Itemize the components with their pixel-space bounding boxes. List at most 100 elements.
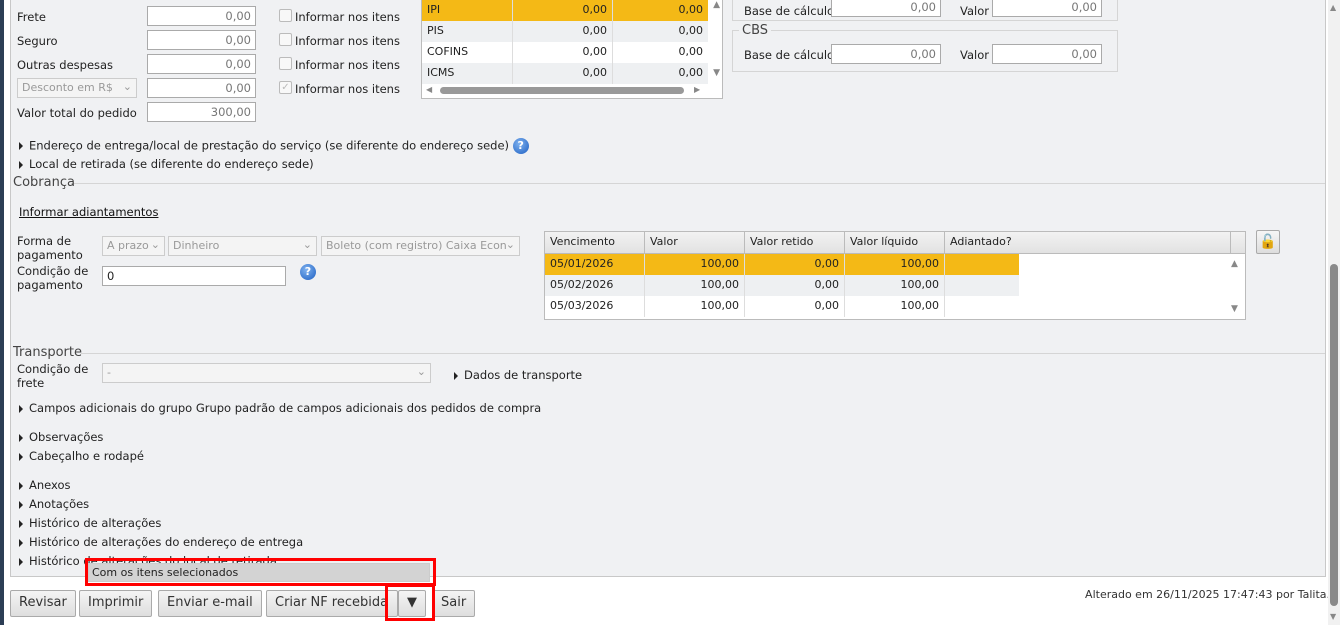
- caret-right-icon: [19, 519, 23, 528]
- expander-dados-transporte[interactable]: Dados de transporte: [454, 368, 582, 382]
- table-row[interactable]: 05/02/2026 100,00 0,00 100,00: [545, 275, 1019, 296]
- expander-endereco-entrega[interactable]: Endereço de entrega/local de prestação d…: [19, 138, 529, 154]
- desconto-informar-checkbox[interactable]: ✓: [279, 81, 292, 94]
- criar-nf-button[interactable]: Criar NF recebida: [266, 590, 398, 617]
- horizontal-scrollbar[interactable]: [440, 87, 684, 94]
- valor-cell: 100,00: [645, 296, 745, 317]
- condicao-frete-select[interactable]: - ⌄: [102, 363, 431, 383]
- expander-label: Local de retirada (se diferente do ender…: [29, 157, 314, 171]
- expander-label: Histórico de alterações do endereço de e…: [29, 535, 304, 549]
- ibs-valor-label: Valor: [960, 4, 989, 18]
- enviar-email-button[interactable]: Enviar e-mail: [158, 590, 262, 617]
- desconto-input[interactable]: 0,00: [147, 78, 256, 98]
- column-header[interactable]: Vencimento: [545, 232, 645, 253]
- outras-despesas-input[interactable]: 0,00: [147, 54, 256, 74]
- imprimir-button[interactable]: Imprimir: [79, 590, 153, 617]
- caret-right-icon: [19, 404, 23, 413]
- cbs-valor-input[interactable]: 0,00: [992, 44, 1102, 64]
- expander-label: Anexos: [29, 478, 71, 492]
- tax-name: IPI: [422, 0, 513, 21]
- tax-grid: IPI 0,00 0,00 PIS 0,00 0,00 COFINS 0,00 0,00 I…: [421, 0, 723, 99]
- valor-liquido-cell: 100,00: [845, 254, 945, 275]
- column-header[interactable]: Adiantado?: [945, 232, 1231, 253]
- meio-select[interactable]: Dinheiro ⌄: [168, 236, 317, 256]
- condicao-help[interactable]: ?: [300, 264, 316, 280]
- frete-informar-label: Informar nos itens: [295, 10, 400, 24]
- seguro-informar-checkbox[interactable]: [279, 33, 292, 46]
- table-row[interactable]: 05/01/2026 100,00 0,00 100,00: [545, 254, 1019, 275]
- left-edge: [0, 0, 8, 625]
- tax-value: 0,00: [513, 0, 613, 21]
- scroll-right-icon[interactable]: ▶: [694, 85, 700, 94]
- expander-local-retirada[interactable]: Local de retirada (se diferente do ender…: [19, 157, 314, 171]
- expander-historico-endereco[interactable]: Histórico de alterações do endereço de e…: [19, 535, 303, 549]
- column-header[interactable]: Valor: [645, 232, 745, 253]
- scroll-up-icon[interactable]: ▲: [713, 0, 720, 10]
- desconto-informar-label: Informar nos itens: [295, 82, 400, 96]
- table-row[interactable]: IPI 0,00 0,00: [422, 0, 708, 21]
- column-header[interactable]: Valor líquido: [845, 232, 945, 253]
- condicao-pagamento-input[interactable]: 0: [102, 266, 286, 286]
- help-icon[interactable]: ?: [512, 138, 529, 154]
- tax-name: ICMS: [422, 63, 513, 84]
- scroll-left-icon[interactable]: ◀: [426, 85, 432, 94]
- expander-campos-adicionais[interactable]: Campos adicionais do grupo Grupo padrão …: [19, 401, 541, 415]
- condicao-pagamento-label: Condição de pagamento: [17, 264, 89, 292]
- revisar-button[interactable]: Revisar: [10, 590, 76, 617]
- scroll-up-icon[interactable]: ▲: [1231, 259, 1238, 269]
- tax-value: 0,00: [678, 3, 704, 16]
- expander-cabecalho-rodape[interactable]: Cabeçalho e rodapé: [19, 449, 144, 463]
- expander-observacoes[interactable]: Observações: [19, 430, 103, 444]
- frete-informar-checkbox[interactable]: [279, 9, 292, 22]
- vencimento-cell: 05/03/2026: [545, 296, 645, 317]
- divider: [71, 183, 1325, 184]
- table-row[interactable]: 05/03/2026 100,00 0,00 100,00: [545, 296, 1019, 317]
- frete-input[interactable]: 0,00: [147, 6, 256, 26]
- outras-informar-label: Informar nos itens: [295, 58, 400, 72]
- prazo-select[interactable]: A prazo ⌄: [102, 236, 165, 256]
- unlock-icon[interactable]: 🔓: [1256, 230, 1280, 254]
- cbs-valor-label: Valor: [960, 48, 989, 62]
- tax-value: 0,00: [678, 66, 704, 79]
- cbs-title: CBS: [739, 23, 772, 38]
- help-icon[interactable]: ?: [300, 264, 316, 280]
- prazo-value: A prazo: [107, 239, 149, 252]
- table-row[interactable]: COFINS 0,00 0,00: [422, 42, 708, 63]
- page-scrollbar[interactable]: ▲ ▼: [1328, 0, 1340, 625]
- caret-right-icon: [19, 481, 23, 490]
- seguro-informar-label: Informar nos itens: [295, 34, 400, 48]
- expander-label: Anotações: [29, 497, 90, 511]
- cobranca-title: Cobrança: [13, 175, 75, 190]
- boleto-select[interactable]: Boleto (com registro) Caixa Econ ⌄: [321, 236, 520, 256]
- ibs-base-label: Base de cálculo: [744, 4, 835, 18]
- tax-name: PIS: [422, 21, 513, 42]
- expander-historico[interactable]: Histórico de alterações: [19, 516, 161, 530]
- outras-informar-checkbox[interactable]: [279, 57, 292, 70]
- ibs-valor-input[interactable]: 0,00: [992, 0, 1102, 17]
- scroll-up-icon[interactable]: ▲: [1330, 3, 1336, 12]
- tax-value: 0,00: [513, 21, 613, 42]
- expander-anotacoes[interactable]: Anotações: [19, 497, 89, 511]
- scroll-down-icon[interactable]: ▼: [1330, 612, 1336, 621]
- table-row[interactable]: PIS 0,00 0,00: [422, 21, 708, 42]
- scroll-down-icon[interactable]: ▼: [1231, 304, 1238, 314]
- outras-despesas-label: Outras despesas: [17, 58, 114, 72]
- seguro-input[interactable]: 0,00: [147, 30, 256, 50]
- sair-button[interactable]: Sair: [432, 590, 476, 617]
- ibs-base-input[interactable]: 0,00: [831, 0, 941, 17]
- table-row[interactable]: ICMS 0,00 0,00: [422, 63, 708, 84]
- scrollbar-thumb[interactable]: [1330, 264, 1338, 606]
- scroll-down-icon[interactable]: ▼: [713, 68, 720, 78]
- informar-adiantamentos-link[interactable]: Informar adiantamentos: [19, 205, 158, 219]
- desconto-type-select[interactable]: Desconto em R$ ⌄: [17, 78, 137, 98]
- valor-retido-cell: 0,00: [745, 275, 845, 296]
- caret-right-icon: [19, 142, 23, 150]
- cbs-base-input[interactable]: 0,00: [831, 44, 941, 64]
- seguro-label: Seguro: [17, 34, 58, 48]
- expander-anexos[interactable]: Anexos: [19, 478, 71, 492]
- table-header: Vencimento Valor Valor retido Valor líqu…: [545, 232, 1245, 254]
- column-header[interactable]: Valor retido: [745, 232, 845, 253]
- caret-right-icon: [19, 500, 23, 509]
- desconto-type-value: Desconto em R$: [22, 81, 113, 94]
- valor-total-input: 300,00: [147, 102, 256, 122]
